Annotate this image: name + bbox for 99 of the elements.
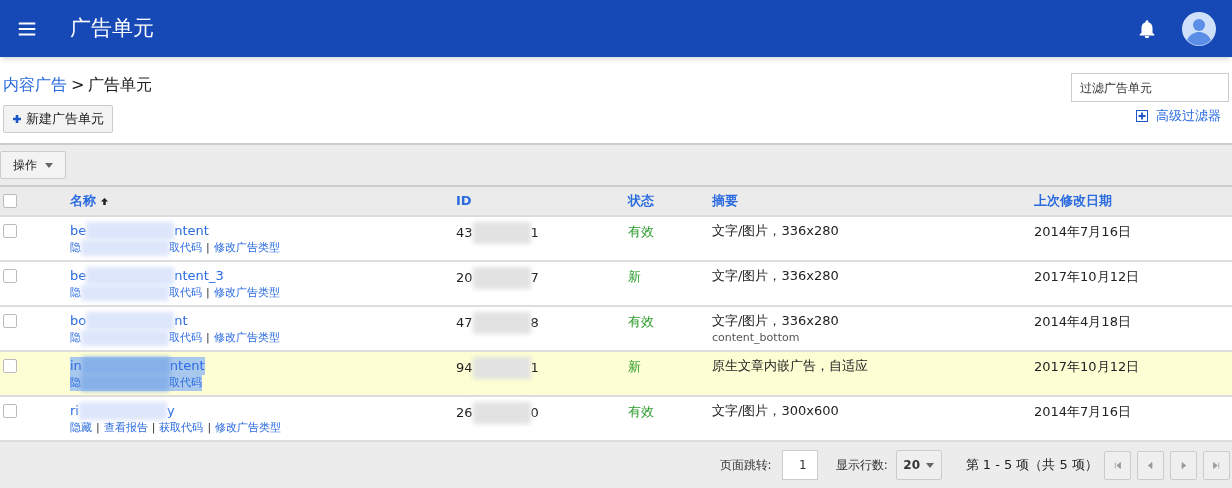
page-jump-label: 页面跳转: [719, 457, 772, 474]
link[interactable]: 修改广告类型 [213, 240, 280, 257]
next-icon [1179, 460, 1188, 470]
caret-icon [926, 462, 935, 468]
text-fragment: 0 [530, 404, 539, 422]
page-input[interactable]: 1 [781, 450, 818, 480]
status-text: 有效 [628, 314, 654, 329]
new-ad-unit-button[interactable]: 新建广告单元 [3, 105, 113, 133]
link[interactable]: bo [70, 312, 87, 330]
separator: | [150, 420, 157, 436]
checkbox[interactable] [3, 359, 17, 373]
checkbox[interactable] [3, 224, 17, 238]
redaction-block [472, 402, 531, 424]
link[interactable]: 修改广告类型 [213, 285, 280, 302]
link[interactable]: 获取代码 [159, 420, 204, 437]
link[interactable]: 隐 [70, 240, 81, 257]
checkbox[interactable] [3, 194, 17, 208]
date-text: 2014年7月16日 [1034, 404, 1131, 419]
link[interactable]: 修改广告类型 [213, 330, 280, 347]
plus-icon [12, 114, 22, 124]
status-text: 有效 [628, 224, 654, 239]
link[interactable]: nt [174, 312, 188, 330]
separator: | [205, 240, 211, 256]
separator: | [95, 420, 101, 436]
redaction-block [472, 267, 531, 289]
text-fragment: 20 [456, 269, 473, 287]
summary-text: 文字/图片，336x280 [712, 222, 840, 240]
text-fragment: 1 [530, 359, 539, 377]
summary-text: 文字/图片，300x600 [712, 402, 840, 420]
advanced-filter-link[interactable]: 高级过滤器 [1136, 106, 1221, 126]
caret-icon [45, 162, 53, 168]
text-fragment: 47 [456, 314, 473, 332]
link[interactable]: be [70, 267, 87, 285]
column-header[interactable]: 名称 [70, 191, 96, 211]
link[interactable]: 取代码 [169, 330, 202, 347]
status-text: 新 [628, 359, 641, 374]
date-text: 2014年4月18日 [1034, 314, 1131, 329]
breadcrumb-separator: > [71, 74, 85, 96]
breadcrumb-link[interactable]: 内容广告 [3, 73, 67, 97]
last-page-icon [1212, 460, 1221, 470]
page-title: 广告单元 [70, 14, 154, 42]
breadcrumb-current: 广告单元 [88, 74, 153, 96]
previous-page-button[interactable] [1137, 450, 1164, 480]
previous-icon [1146, 460, 1155, 470]
link[interactable]: in [70, 357, 82, 375]
range-text: 第 1 - 5 项（共 5 项） [965, 456, 1098, 475]
redaction-block [472, 312, 531, 334]
link[interactable]: 隐 [70, 375, 81, 391]
link[interactable]: 隐 [70, 285, 81, 302]
text-fragment: 43 [456, 224, 473, 242]
column-header[interactable]: 状态 [628, 191, 654, 211]
link[interactable]: y [166, 402, 175, 420]
link[interactable]: ntent [169, 357, 205, 375]
date-text: 2014年7月16日 [1034, 224, 1131, 239]
actions-dropdown[interactable]: 操作 [0, 151, 66, 179]
separator: | [205, 330, 211, 346]
date-text: 2017年10月12日 [1034, 269, 1140, 284]
separator: | [206, 420, 213, 436]
summary-text: 原生文章内嵌广告，自适应 [712, 357, 869, 375]
summary-text: 文字/图片，336x280 [712, 312, 840, 330]
filter-field[interactable]: 过滤广告单元 [1071, 73, 1229, 102]
text-fragment: 94 [456, 359, 473, 377]
text-fragment: 26 [456, 404, 473, 422]
first-page-icon [1113, 460, 1122, 470]
status-text: 新 [628, 269, 641, 284]
status-text: 有效 [628, 404, 654, 419]
text-fragment: 8 [530, 314, 539, 332]
column-header[interactable]: 摘要 [712, 191, 738, 211]
column-header[interactable]: 上次修改日期 [1034, 191, 1112, 211]
link[interactable]: 查看报告 [103, 420, 148, 437]
rows-per-page-select[interactable]: 20 [895, 450, 942, 480]
next-page-button[interactable] [1170, 450, 1197, 480]
summary-note: content_bottom [712, 330, 801, 346]
link[interactable]: 取代码 [169, 285, 202, 302]
link[interactable]: 取代码 [169, 240, 202, 257]
checkbox[interactable] [3, 269, 17, 283]
link[interactable]: ri [70, 402, 79, 420]
link[interactable]: 修改广告类型 [215, 420, 282, 437]
avatar-icon[interactable] [1182, 11, 1216, 46]
link[interactable]: ntent [174, 222, 209, 240]
last-page-button[interactable] [1203, 450, 1230, 480]
redaction-block [472, 357, 531, 379]
rows-per-page-label: 显示行数: [835, 457, 888, 474]
text-fragment: 1 [530, 224, 539, 242]
checkbox[interactable] [3, 404, 17, 418]
date-text: 2017年10月12日 [1034, 359, 1140, 374]
column-header[interactable]: ID [456, 191, 472, 211]
summary-text: 文字/图片，336x280 [712, 267, 840, 285]
link[interactable]: 取代码 [169, 375, 202, 391]
link[interactable]: be [70, 222, 87, 240]
redaction-block [472, 222, 531, 244]
plus-box-icon [1136, 109, 1148, 122]
link[interactable]: 隐藏 [70, 420, 92, 437]
text-fragment: 7 [530, 269, 539, 287]
separator: | [205, 285, 211, 301]
checkbox[interactable] [3, 314, 17, 328]
link[interactable]: 隐 [70, 330, 81, 347]
link[interactable]: ntent_3 [174, 267, 224, 285]
first-page-button[interactable] [1104, 450, 1131, 480]
